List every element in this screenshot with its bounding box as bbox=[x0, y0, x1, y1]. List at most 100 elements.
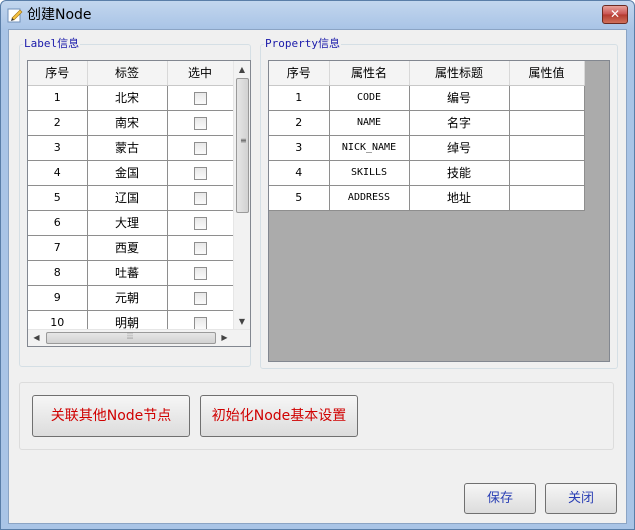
property-name-cell[interactable]: NICK_NAME bbox=[329, 135, 410, 161]
label-info-title: Label信息 bbox=[23, 37, 81, 51]
select-checkbox[interactable] bbox=[193, 141, 207, 155]
property-value-cell[interactable] bbox=[509, 160, 585, 186]
window-title: 创建Node bbox=[27, 7, 92, 23]
row-number: 3 bbox=[28, 135, 88, 161]
table-row[interactable]: 3 蒙古 bbox=[28, 135, 234, 161]
table-row[interactable]: 6 大理 bbox=[28, 210, 234, 236]
row-number: 4 bbox=[28, 160, 88, 186]
row-number: 5 bbox=[28, 185, 88, 211]
row-number: 4 bbox=[269, 160, 330, 186]
property-name-cell[interactable]: ADDRESS bbox=[329, 185, 410, 211]
select-checkbox[interactable] bbox=[193, 291, 207, 305]
node-actions-group: 关联其他Node节点 初始化Node基本设置 bbox=[19, 382, 614, 450]
table-row[interactable]: 3 NICK_NAME 绰号 bbox=[269, 135, 585, 161]
property-table-header: 序号 属性名 属性标题 属性值 bbox=[269, 61, 585, 86]
scroll-thumb[interactable]: ≡ bbox=[236, 78, 249, 213]
table-row[interactable]: 2 南宋 bbox=[28, 110, 234, 136]
select-checkbox[interactable] bbox=[193, 241, 207, 255]
select-checkbox[interactable] bbox=[193, 216, 207, 230]
selected-cell bbox=[167, 235, 234, 261]
property-name-cell[interactable]: SKILLS bbox=[329, 160, 410, 186]
row-number: 1 bbox=[269, 85, 330, 111]
selected-cell bbox=[167, 185, 234, 211]
label-cell[interactable]: 金国 bbox=[87, 160, 168, 186]
property-caption-cell[interactable]: 名字 bbox=[409, 110, 510, 136]
selected-cell bbox=[167, 110, 234, 136]
property-name-cell[interactable]: CODE bbox=[329, 85, 410, 111]
grip-icon: ⦙⦙⦙ bbox=[127, 332, 134, 342]
row-number: 6 bbox=[28, 210, 88, 236]
select-checkbox[interactable] bbox=[193, 91, 207, 105]
property-caption-cell[interactable]: 绰号 bbox=[409, 135, 510, 161]
table-row[interactable]: 7 西夏 bbox=[28, 235, 234, 261]
label-cell[interactable]: 西夏 bbox=[87, 235, 168, 261]
label-cell[interactable]: 大理 bbox=[87, 210, 168, 236]
scroll-down-arrow-icon[interactable]: ▼ bbox=[234, 313, 250, 330]
scroll-right-arrow-icon[interactable]: ▶ bbox=[216, 330, 233, 346]
selected-cell bbox=[167, 85, 234, 111]
label-cell[interactable]: 北宋 bbox=[87, 85, 168, 111]
column-header-no[interactable]: 序号 bbox=[28, 61, 88, 86]
label-cell[interactable]: 蒙古 bbox=[87, 135, 168, 161]
column-header-label[interactable]: 标签 bbox=[87, 61, 168, 86]
close-icon: ✕ bbox=[609, 7, 621, 21]
select-checkbox[interactable] bbox=[193, 316, 207, 330]
column-header-no[interactable]: 序号 bbox=[269, 61, 330, 86]
select-checkbox[interactable] bbox=[193, 116, 207, 130]
table-row[interactable]: 4 金国 bbox=[28, 160, 234, 186]
table-row[interactable]: 5 ADDRESS 地址 bbox=[269, 185, 585, 211]
save-button[interactable]: 保存 bbox=[464, 483, 536, 514]
property-caption-cell[interactable]: 地址 bbox=[409, 185, 510, 211]
selected-cell bbox=[167, 135, 234, 161]
table-row[interactable]: 4 SKILLS 技能 bbox=[269, 160, 585, 186]
label-table: 序号 标签 选中 1 北宋 2 南宋 3 蒙古 4 金国 5 辽国 6 大理 7 西夏 8 吐蕃… bbox=[28, 61, 234, 336]
row-number: 1 bbox=[28, 85, 88, 111]
column-header-property-value[interactable]: 属性值 bbox=[509, 61, 585, 86]
property-grid[interactable]: 序号 属性名 属性标题 属性值 1 CODE 编号 2 NAME 名字 3 NICK_NA… bbox=[268, 60, 610, 362]
property-info-title: Property信息 bbox=[264, 37, 341, 51]
row-number: 2 bbox=[28, 110, 88, 136]
table-row[interactable]: 8 吐蕃 bbox=[28, 260, 234, 286]
select-checkbox[interactable] bbox=[193, 266, 207, 280]
table-row[interactable]: 1 北宋 bbox=[28, 85, 234, 111]
create-node-dialog: 创建Node ✕ Label信息 序号 标签 选中 1 北宋 2 南宋 3 蒙古… bbox=[0, 0, 635, 530]
property-caption-cell[interactable]: 技能 bbox=[409, 160, 510, 186]
property-value-cell[interactable] bbox=[509, 135, 585, 161]
select-checkbox[interactable] bbox=[193, 166, 207, 180]
horizontal-scroll-thumb[interactable]: ⦙⦙⦙ bbox=[46, 332, 216, 344]
init-node-settings-button[interactable]: 初始化Node基本设置 bbox=[200, 395, 358, 437]
label-grid-horizontal-scrollbar[interactable]: ◀ ⦙⦙⦙ ▶ bbox=[28, 329, 250, 346]
label-grid[interactable]: 序号 标签 选中 1 北宋 2 南宋 3 蒙古 4 金国 5 辽国 6 大理 7 西夏 8 吐蕃… bbox=[27, 60, 251, 347]
label-cell[interactable]: 吐蕃 bbox=[87, 260, 168, 286]
close-button[interactable]: 关闭 bbox=[545, 483, 617, 514]
property-value-cell[interactable] bbox=[509, 185, 585, 211]
row-number: 3 bbox=[269, 135, 330, 161]
title-bar[interactable]: 创建Node ✕ bbox=[1, 1, 634, 29]
select-checkbox[interactable] bbox=[193, 191, 207, 205]
table-row[interactable]: 5 辽国 bbox=[28, 185, 234, 211]
property-name-cell[interactable]: NAME bbox=[329, 110, 410, 136]
selected-cell bbox=[167, 160, 234, 186]
label-cell[interactable]: 元朝 bbox=[87, 285, 168, 311]
property-value-cell[interactable] bbox=[509, 85, 585, 111]
dialog-body: Label信息 序号 标签 选中 1 北宋 2 南宋 3 蒙古 4 金国 5 辽国 bbox=[8, 29, 627, 524]
label-grid-vertical-scrollbar[interactable]: ▲ ≡ ▼ bbox=[233, 61, 250, 330]
grip-icon: ≡ bbox=[240, 136, 247, 145]
edit-icon bbox=[7, 8, 23, 23]
selected-cell bbox=[167, 210, 234, 236]
scroll-left-arrow-icon[interactable]: ◀ bbox=[28, 330, 45, 346]
label-cell[interactable]: 南宋 bbox=[87, 110, 168, 136]
label-cell[interactable]: 辽国 bbox=[87, 185, 168, 211]
table-row[interactable]: 2 NAME 名字 bbox=[269, 110, 585, 136]
table-row[interactable]: 9 元朝 bbox=[28, 285, 234, 311]
property-value-cell[interactable] bbox=[509, 110, 585, 136]
link-other-nodes-button[interactable]: 关联其他Node节点 bbox=[32, 395, 190, 437]
column-header-property-caption[interactable]: 属性标题 bbox=[409, 61, 510, 86]
scroll-up-arrow-icon[interactable]: ▲ bbox=[234, 61, 250, 78]
table-row[interactable]: 1 CODE 编号 bbox=[269, 85, 585, 111]
property-caption-cell[interactable]: 编号 bbox=[409, 85, 510, 111]
column-header-property-name[interactable]: 属性名 bbox=[329, 61, 410, 86]
column-header-selected[interactable]: 选中 bbox=[167, 61, 234, 86]
close-window-button[interactable]: ✕ bbox=[602, 5, 628, 24]
row-number: 7 bbox=[28, 235, 88, 261]
